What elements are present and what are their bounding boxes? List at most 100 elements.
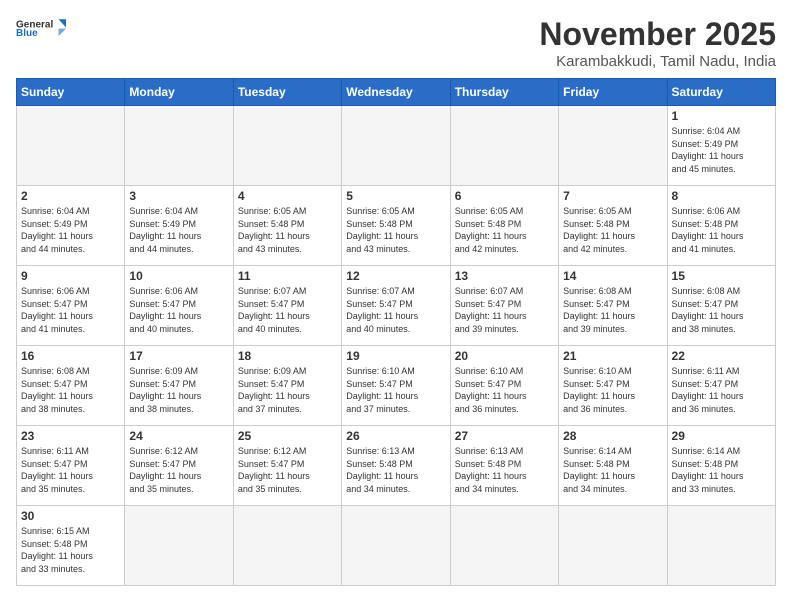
day-info: Sunrise: 6:08 AM Sunset: 5:47 PM Dayligh… — [21, 365, 120, 415]
calendar-cell: 16 Sunrise: 6:08 AM Sunset: 5:47 PM Dayli… — [17, 346, 125, 426]
day-info: Sunrise: 6:11 AM Sunset: 5:47 PM Dayligh… — [672, 365, 771, 415]
weekday-header: Tuesday — [233, 79, 341, 106]
calendar-cell: 6 Sunrise: 6:05 AM Sunset: 5:48 PM Daylig… — [450, 186, 558, 266]
day-info: Sunrise: 6:05 AM Sunset: 5:48 PM Dayligh… — [563, 205, 662, 255]
day-number: 21 — [563, 349, 662, 363]
day-info: Sunrise: 6:08 AM Sunset: 5:47 PM Dayligh… — [672, 285, 771, 335]
day-info: Sunrise: 6:15 AM Sunset: 5:48 PM Dayligh… — [21, 525, 120, 575]
calendar-cell: 22 Sunrise: 6:11 AM Sunset: 5:47 PM Dayli… — [667, 346, 775, 426]
calendar-cell: 9 Sunrise: 6:06 AM Sunset: 5:47 PM Daylig… — [17, 266, 125, 346]
day-number: 8 — [672, 189, 771, 203]
calendar-cell: 20Sunrise: 6:10 AM Sunset: 5:47 PM Dayli… — [450, 346, 558, 426]
calendar-cell: 7 Sunrise: 6:05 AM Sunset: 5:48 PM Daylig… — [559, 186, 667, 266]
day-info: Sunrise: 6:13 AM Sunset: 5:48 PM Dayligh… — [455, 445, 554, 495]
day-info: Sunrise: 6:08 AM Sunset: 5:47 PM Dayligh… — [563, 285, 662, 335]
calendar-cell: 19Sunrise: 6:10 AM Sunset: 5:47 PM Dayli… — [342, 346, 450, 426]
day-info: Sunrise: 6:06 AM Sunset: 5:48 PM Dayligh… — [672, 205, 771, 255]
calendar-cell: 26 Sunrise: 6:13 AM Sunset: 5:48 PM Dayli… — [342, 426, 450, 506]
calendar-cell: 5Sunrise: 6:05 AM Sunset: 5:48 PM Daylig… — [342, 186, 450, 266]
day-number: 24 — [129, 429, 228, 443]
location-subtitle: Karambakkudi, Tamil Nadu, India — [539, 53, 776, 70]
day-info: Sunrise: 6:07 AM Sunset: 5:47 PM Dayligh… — [346, 285, 445, 335]
day-number: 18 — [238, 349, 337, 363]
day-info: Sunrise: 6:07 AM Sunset: 5:47 PM Dayligh… — [455, 285, 554, 335]
svg-text:Blue: Blue — [16, 28, 38, 38]
day-info: Sunrise: 6:13 AM Sunset: 5:48 PM Dayligh… — [346, 445, 445, 495]
calendar-cell: 2 Sunrise: 6:04 AM Sunset: 5:49 PM Daylig… — [17, 186, 125, 266]
day-number: 30 — [21, 509, 120, 523]
calendar-cell: 28 Sunrise: 6:14 AM Sunset: 5:48 PM Dayli… — [559, 426, 667, 506]
calendar-cell: 24 Sunrise: 6:12 AM Sunset: 5:47 PM Dayli… — [125, 426, 233, 506]
calendar-cell: 13 Sunrise: 6:07 AM Sunset: 5:47 PM Dayli… — [450, 266, 558, 346]
day-number: 1 — [672, 109, 771, 123]
day-info: Sunrise: 6:05 AM Sunset: 5:48 PM Dayligh… — [238, 205, 337, 255]
month-title: November 2025 — [539, 16, 776, 53]
day-info: Sunrise: 6:12 AM Sunset: 5:47 PM Dayligh… — [129, 445, 228, 495]
day-number: 15 — [672, 269, 771, 283]
day-number: 7 — [563, 189, 662, 203]
calendar-cell: 23 Sunrise: 6:11 AM Sunset: 5:47 PM Dayli… — [17, 426, 125, 506]
day-number: 28 — [563, 429, 662, 443]
day-number: 26 — [346, 429, 445, 443]
calendar-cell — [125, 106, 233, 186]
day-number: 6 — [455, 189, 554, 203]
day-number: 22 — [672, 349, 771, 363]
day-number: 17 — [129, 349, 228, 363]
day-number: 3 — [129, 189, 228, 203]
day-info: Sunrise: 6:14 AM Sunset: 5:48 PM Dayligh… — [563, 445, 662, 495]
calendar-cell — [559, 506, 667, 586]
calendar-cell — [233, 506, 341, 586]
day-number: 13 — [455, 269, 554, 283]
day-number: 2 — [21, 189, 120, 203]
day-info: Sunrise: 6:10 AM Sunset: 5:47 PM Dayligh… — [346, 365, 445, 415]
calendar-cell — [233, 106, 341, 186]
title-block: November 2025 Karambakkudi, Tamil Nadu, … — [539, 16, 776, 70]
weekday-header: Monday — [125, 79, 233, 106]
day-info: Sunrise: 6:12 AM Sunset: 5:47 PM Dayligh… — [238, 445, 337, 495]
calendar-cell: 3Sunrise: 6:04 AM Sunset: 5:49 PM Daylig… — [125, 186, 233, 266]
day-info: Sunrise: 6:05 AM Sunset: 5:48 PM Dayligh… — [455, 205, 554, 255]
day-info: Sunrise: 6:05 AM Sunset: 5:48 PM Dayligh… — [346, 205, 445, 255]
day-number: 25 — [238, 429, 337, 443]
calendar-table: SundayMondayTuesdayWednesdayThursdayFrid… — [16, 78, 776, 586]
calendar-cell: 15 Sunrise: 6:08 AM Sunset: 5:47 PM Dayli… — [667, 266, 775, 346]
day-number: 16 — [21, 349, 120, 363]
calendar-cell — [125, 506, 233, 586]
calendar-body: 1 Sunrise: 6:04 AM Sunset: 5:49 PM Daylig… — [17, 106, 776, 586]
calendar-cell — [450, 106, 558, 186]
day-number: 14 — [563, 269, 662, 283]
calendar-cell — [559, 106, 667, 186]
calendar-cell: 1 Sunrise: 6:04 AM Sunset: 5:49 PM Daylig… — [667, 106, 775, 186]
day-info: Sunrise: 6:04 AM Sunset: 5:49 PM Dayligh… — [672, 125, 771, 175]
day-number: 23 — [21, 429, 120, 443]
day-info: Sunrise: 6:07 AM Sunset: 5:47 PM Dayligh… — [238, 285, 337, 335]
day-number: 10 — [129, 269, 228, 283]
calendar-cell: 21Sunrise: 6:10 AM Sunset: 5:47 PM Dayli… — [559, 346, 667, 426]
logo-icon: General Blue — [16, 16, 66, 38]
calendar-cell — [450, 506, 558, 586]
calendar-cell: 27Sunrise: 6:13 AM Sunset: 5:48 PM Dayli… — [450, 426, 558, 506]
day-number: 29 — [672, 429, 771, 443]
day-info: Sunrise: 6:06 AM Sunset: 5:47 PM Dayligh… — [21, 285, 120, 335]
calendar-cell: 14 Sunrise: 6:08 AM Sunset: 5:47 PM Dayli… — [559, 266, 667, 346]
day-info: Sunrise: 6:11 AM Sunset: 5:47 PM Dayligh… — [21, 445, 120, 495]
calendar-cell — [667, 506, 775, 586]
calendar-cell: 30 Sunrise: 6:15 AM Sunset: 5:48 PM Dayli… — [17, 506, 125, 586]
day-info: Sunrise: 6:06 AM Sunset: 5:47 PM Dayligh… — [129, 285, 228, 335]
calendar-cell: 12Sunrise: 6:07 AM Sunset: 5:47 PM Dayli… — [342, 266, 450, 346]
day-number: 9 — [21, 269, 120, 283]
weekday-header: Thursday — [450, 79, 558, 106]
calendar-cell — [342, 106, 450, 186]
weekday-header: Sunday — [17, 79, 125, 106]
calendar-cell: 8 Sunrise: 6:06 AM Sunset: 5:48 PM Daylig… — [667, 186, 775, 266]
day-number: 11 — [238, 269, 337, 283]
calendar-cell — [342, 506, 450, 586]
day-info: Sunrise: 6:09 AM Sunset: 5:47 PM Dayligh… — [238, 365, 337, 415]
calendar-header: SundayMondayTuesdayWednesdayThursdayFrid… — [17, 79, 776, 106]
day-info: Sunrise: 6:10 AM Sunset: 5:47 PM Dayligh… — [455, 365, 554, 415]
calendar-cell: 10 Sunrise: 6:06 AM Sunset: 5:47 PM Dayli… — [125, 266, 233, 346]
day-number: 4 — [238, 189, 337, 203]
calendar-cell: 29Sunrise: 6:14 AM Sunset: 5:48 PM Dayli… — [667, 426, 775, 506]
day-info: Sunrise: 6:09 AM Sunset: 5:47 PM Dayligh… — [129, 365, 228, 415]
day-info: Sunrise: 6:04 AM Sunset: 5:49 PM Dayligh… — [21, 205, 120, 255]
